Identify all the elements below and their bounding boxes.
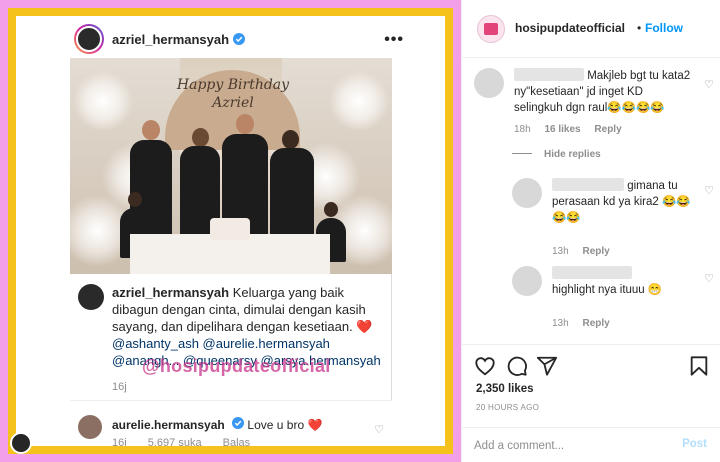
card-avatar: [74, 24, 104, 54]
panel-header: hosipupdateofficial • Follow: [462, 0, 720, 58]
screenshot-card: azriel_hermansyah ••• Happy Birthday Azr…: [16, 16, 445, 446]
like-heart-icon[interactable]: ♡: [704, 272, 714, 285]
actions-section: 2,350 likes 20 HOURS AGO Post: [462, 344, 720, 462]
birthday-cake: [210, 218, 250, 240]
account-username[interactable]: hosipupdateofficial: [515, 21, 625, 35]
like-heart-icon[interactable]: ♡: [704, 78, 714, 91]
like-heart-icon[interactable]: ♡: [704, 184, 714, 197]
likes-count[interactable]: 2,350 likes: [476, 383, 534, 395]
post-time[interactable]: 20 HOURS AGO: [476, 403, 539, 412]
photo-banner: Happy Birthday Azriel: [176, 77, 290, 111]
blurred-username: [514, 68, 584, 81]
cake-table: [130, 234, 330, 274]
reply-text: Love u bro: [247, 418, 305, 432]
caption-block: azriel_hermansyah Keluarga yang baik dib…: [70, 274, 392, 400]
reply-comment: aurelie.hermansyah Love u bro ❤️ ♡ 16j 5…: [70, 400, 392, 446]
comment-bubble-icon[interactable]: [506, 355, 528, 377]
add-comment-input[interactable]: [474, 436, 664, 456]
caption-avatar: [78, 284, 104, 310]
tv-logo-icon: [484, 23, 498, 35]
watermark: @hosipupdateofficial: [142, 356, 331, 376]
reply-avatar: [78, 415, 102, 439]
page-avatar: [10, 432, 32, 454]
commenter-avatar[interactable]: [512, 266, 542, 296]
post-image[interactable]: azriel_hermansyah ••• Happy Birthday Azr…: [0, 0, 461, 462]
reply-button[interactable]: Reply: [582, 318, 609, 329]
blurred-username: [552, 266, 632, 279]
comment-text: highlight nya ituuu 😁: [552, 284, 663, 296]
caption-time: 16j: [112, 381, 127, 393]
reply-button[interactable]: Reply: [582, 246, 609, 257]
follow-button[interactable]: Follow: [645, 21, 683, 35]
verified-badge-icon: [233, 33, 246, 45]
hide-replies-button[interactable]: Hide replies: [512, 149, 601, 160]
comment-meta: 18h 16 likes Reply: [514, 124, 622, 135]
comment-meta: 13h Reply: [552, 246, 610, 257]
like-heart-icon: ♡: [374, 424, 384, 436]
action-bar: [474, 355, 710, 379]
card-header: azriel_hermansyah •••: [74, 22, 404, 56]
commenter-avatar[interactable]: [512, 178, 542, 208]
post-comment-button[interactable]: Post: [682, 438, 707, 450]
commenter-avatar[interactable]: [474, 68, 504, 98]
blurred-username: [552, 178, 624, 191]
red-heart-icon: ❤️: [356, 319, 373, 334]
red-heart-icon: ❤️: [307, 418, 323, 432]
add-comment-row: Post: [462, 427, 720, 462]
more-options-icon: •••: [384, 31, 404, 48]
like-heart-icon[interactable]: [474, 355, 496, 377]
bookmark-icon[interactable]: [688, 355, 710, 377]
account-avatar[interactable]: [477, 15, 505, 43]
verified-badge-icon: [232, 417, 245, 429]
card-username: azriel_hermansyah: [112, 31, 230, 47]
reply-username: aurelie.hermansyah: [112, 418, 225, 432]
share-plane-icon[interactable]: [536, 355, 558, 377]
family-photo: Happy Birthday Azriel: [70, 58, 392, 274]
comments-panel: hosipupdateofficial • Follow Makjleb bgt…: [461, 0, 720, 462]
reply-button[interactable]: Reply: [594, 124, 621, 135]
header-separator: •: [637, 21, 642, 35]
reply-meta: 16j 5.697 suka Balas: [112, 437, 251, 446]
comment-meta: 13h Reply: [552, 318, 610, 329]
